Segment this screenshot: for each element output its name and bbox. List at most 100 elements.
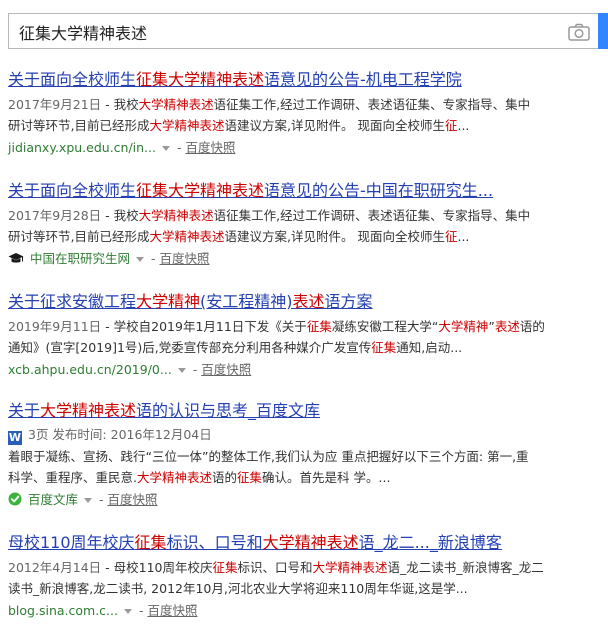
search-button[interactable] [598,13,608,49]
text-segment: 标识、口号和 [237,560,313,575]
word-doc-icon: W [8,431,22,445]
result-abstract: 2019年9月11日 - 学校自2019年1月11日下发《关于征集 凝练安徽工程大… [8,316,604,358]
abstract-line-2: 研讨等环节,目前已经形成大学精神表述语建议方案,详见附件。 现面向全校师生征..… [8,115,604,136]
text-segment: 标识、口号和 [166,533,263,552]
highlight-keyword: 征集 [371,340,397,355]
result-url[interactable]: jidianxy.xpu.edu.cn/in... [8,140,156,155]
caret-down-icon[interactable] [162,146,170,151]
text-segment: 语征集工作,经过工作调研、表述语征集、专家指导、集中 [213,208,531,223]
snapshot-link[interactable]: 百度快照 [185,140,235,155]
result-title-link[interactable]: 关于征求安徽工程大学精神(安工程精神)表述语方案 [8,291,604,313]
separator: - [95,492,108,507]
result-item-3: 关于征求安徽工程大学精神(安工程精神)表述语方案 2019年9月11日 - 学校… [8,291,604,380]
text-segment: 语的 [212,470,238,485]
highlight-keyword: 大学精神表述 [262,533,359,552]
text-segment: 研讨等环节,目前已经形成 [8,118,150,133]
wenku-logo-icon [8,492,22,512]
highlight-keyword: 大学精神 [136,292,201,311]
text-segment: 凝练安徽工程大学“ [331,319,439,334]
text-segment: 关于征求安徽工程 [8,292,137,311]
text-segment: - 我校 [101,97,139,112]
abstract-line-1: 2019年9月11日 - 学校自2019年1月11日下发《关于征集凝练安徽工程大… [8,316,604,337]
result-title-link[interactable]: 关于大学精神表述语的认识与思考_百度文库 [8,400,604,422]
abstract-line-2: 科学、重程序、重民意.大学精神表述语的征集确认。首先是科 学。... [8,467,604,488]
snapshot-link[interactable]: 百度快照 [147,603,197,618]
camera-icon[interactable] [568,23,590,41]
text-segment: 语_龙二读书_新浪博客_龙二 [387,560,544,575]
highlight-keyword: 大学精神 [438,319,489,334]
highlight-keyword: 大学精神表述 [136,470,212,485]
result-date: 2017年9月28日 [8,208,102,223]
caret-down-icon[interactable] [136,257,145,262]
search-input[interactable] [19,21,559,43]
highlight-keyword: 征集 [212,560,238,575]
result-item-1: 关于面向全校师生征集大学精神表述语意见的公告-机电工程学院 2017年9月21日… [8,69,604,158]
text-segment: 关于 [8,401,41,420]
text-segment: 科学、重程序、重民意. [8,470,137,485]
text-segment: 通知,启动... [396,340,463,355]
abstract-line-1: 着眼于凝练、宣扬、践行“三位一体”的整体工作,我们认为应 重点把握好以下三个方面… [8,446,604,467]
result-abstract: 着眼于凝练、宣扬、践行“三位一体”的整体工作,我们认为应 重点把握好以下三个方面… [8,446,604,488]
highlight-keyword: 大学精神表述 [149,118,225,133]
result-title-link[interactable]: 母校110周年校庆征集标识、口号和大学精神表述语_龙二..._新浪博客 [8,532,604,554]
separator: - [188,362,202,377]
text-segment: ... [457,118,470,133]
text-segment: 语的 [519,319,545,334]
text-segment: 研讨等环节,目前已经形成 [8,229,150,244]
text-segment: 语_龙二..._新浪博客 [358,533,502,552]
separator: - [173,140,186,155]
result-meta: xcb.ahpu.edu.cn/2019/0... - 百度快照 [8,360,604,380]
text-segment: 语建议方案,详见附件。 现面向全校师生 [224,229,445,244]
snapshot-link[interactable]: 百度快照 [201,362,251,377]
text-segment: 语建议方案,详见附件。 现面向全校师生 [224,118,445,133]
result-date: 2019年9月11日 [8,319,102,334]
highlight-keyword: 大学精神表述 [40,401,137,420]
text-segment: 关于面向全校师生 [8,181,137,200]
search-box[interactable] [8,13,598,49]
text-segment: 母校110周年校庆 [8,533,135,552]
caret-down-icon[interactable] [84,498,93,503]
abstract-line-1: 2017年9月28日 - 我校大学精神表述语征集工作,经过工作调研、表述语征集、… [8,205,604,226]
text-segment: 语方案 [324,292,373,311]
highlight-keyword: 征 [444,118,458,133]
text-segment: (安工程精神) [200,292,293,311]
result-abstract: 2017年9月28日 - 我校大学精神表述 语征集工作,经过工作调研、表述语征集、… [8,205,604,247]
result-item-4: 关于大学精神表述语的认识与思考_百度文库 W 3页 发布时间: 2016年12月0… [8,400,604,512]
text-segment: 着眼于凝练、宣扬、践行“三位一体”的整体工作,我们认为应 重点把握好以下三个方面… [8,449,529,464]
result-url[interactable]: blog.sina.com.c... [8,603,118,618]
text-segment: 语意见的公告-机电工程学院 [264,70,462,89]
result-meta: blog.sina.com.c... - 百度快照 [8,601,604,621]
highlight-keyword: 大学精神表述 [149,229,225,244]
result-source[interactable]: 百度文库 [28,492,78,507]
text-segment: 确认。首先是科 学。... [262,470,391,485]
result-meta: jidianxy.xpu.edu.cn/in... - 百度快照 [8,138,604,158]
result-date: 2012年4月14日 [8,560,102,575]
highlight-keyword: 征集 [237,470,263,485]
highlight-keyword: 表述 [292,292,325,311]
highlight-keyword: 表述 [494,319,520,334]
text-segment: 通知》(宣字[2019]1号)后,党委宣传部充分利用各种媒介广发宣传 [8,340,372,355]
separator: - [147,251,160,266]
abstract-line-2: 通知》(宣字[2019]1号)后,党委宣传部充分利用各种媒介广发宣传征集通知,启… [8,337,604,358]
text-segment: 语意见的公告-中国在职研究生... [264,181,494,200]
text-segment: 语的认识与思考_百度文库 [136,401,321,420]
result-item-2: 关于面向全校师生征集大学精神表述语意见的公告-中国在职研究生... 2017年9… [8,180,604,271]
result-title-link[interactable]: 关于面向全校师生征集大学精神表述语意见的公告-机电工程学院 [8,69,604,91]
separator: - [134,603,148,618]
text-segment: - 我校 [101,208,139,223]
abstract-line-1: 2012年4月14日 - 母校110周年校庆征集标识、口号和大学精神表述语_龙二… [8,557,604,578]
result-source[interactable]: 中国在职研究生网 [30,251,130,266]
highlight-keyword: 征集 [134,533,167,552]
result-title-link[interactable]: 关于面向全校师生征集大学精神表述语意见的公告-中国在职研究生... [8,180,604,202]
text-segment: - 学校自2019年1月11日下发《关于 [101,319,307,334]
snapshot-link[interactable]: 百度快照 [107,492,157,507]
text-segment: ... [457,229,470,244]
snapshot-link[interactable]: 百度快照 [159,251,209,266]
caret-down-icon[interactable] [123,609,132,614]
caret-down-icon[interactable] [177,368,186,373]
result-date: 2017年9月21日 [8,97,102,112]
abstract-line-2: 读书_新浪博客,龙二读书, 2012年10月,河北农业大学将迎来110周年华诞,… [8,578,604,599]
doc-meta: W 3页 发布时间: 2016年12月04日 [8,425,604,445]
text-segment: 语征集工作,经过工作调研、表述语征集、专家指导、集中 [213,97,531,112]
result-url[interactable]: xcb.ahpu.edu.cn/2019/0... [8,362,172,377]
